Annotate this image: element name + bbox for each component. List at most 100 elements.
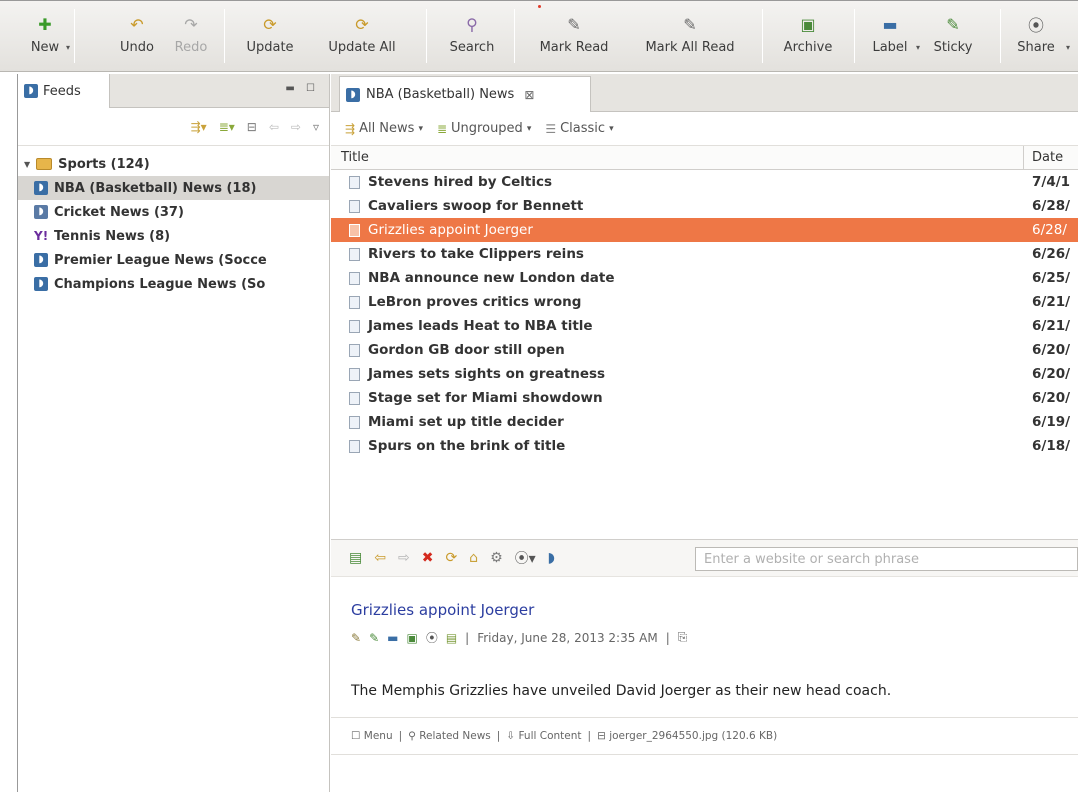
feed-icon[interactable]: ▤ bbox=[446, 631, 457, 645]
back-icon[interactable]: ⇦ bbox=[374, 550, 386, 566]
filter-dropdown[interactable]: ⇶ All News ▾ bbox=[345, 121, 423, 136]
redo-button[interactable]: ↷ Redo bbox=[168, 7, 214, 65]
collapse-icon[interactable]: ⊟ bbox=[247, 120, 257, 134]
undo-icon: ↶ bbox=[130, 14, 144, 34]
share-icon[interactable]: ⦿ bbox=[426, 629, 438, 646]
news-view-bar: ⇶ All News ▾ ≣ Ungrouped ▾ ☰ Classic ▾ bbox=[331, 112, 1078, 146]
chevron-down-icon: ▾ bbox=[526, 123, 532, 134]
main-toolbar: ✚ New ▾ ↶ Undo ↷ Redo ⟳ Update ⟳ Update … bbox=[0, 0, 1078, 72]
layout-icon: ☰ bbox=[545, 121, 557, 136]
menu-link[interactable]: ☐ Menu bbox=[351, 730, 393, 742]
tab-nba-news[interactable]: ◗ NBA (Basketball) News ⊠ bbox=[339, 76, 591, 112]
folder-icon bbox=[36, 158, 53, 170]
table-row[interactable]: Stage set for Miami showdown 6/20/ bbox=[331, 386, 1078, 410]
column-header-title[interactable]: Title bbox=[331, 146, 1024, 169]
label-icon[interactable]: ▬ bbox=[387, 631, 398, 645]
stop-icon[interactable]: ✖ bbox=[422, 550, 434, 566]
sticky-button[interactable]: ✎ Sticky bbox=[926, 7, 980, 65]
filter-icon[interactable]: ⇶▾ bbox=[191, 120, 207, 134]
document-icon bbox=[349, 343, 360, 357]
attachment-icon[interactable]: ⎘ bbox=[678, 630, 688, 645]
new-window-icon[interactable]: ▤ bbox=[349, 550, 362, 566]
toolbar-divider bbox=[762, 9, 763, 63]
chevron-down-icon[interactable]: ▾ bbox=[916, 43, 920, 52]
full-content-link[interactable]: ⇩ Full Content bbox=[506, 730, 581, 742]
column-header-date[interactable]: Date bbox=[1024, 150, 1063, 165]
filter-icon: ⇶ bbox=[345, 121, 356, 136]
mark-read-icon[interactable]: ✎ bbox=[351, 631, 361, 645]
article-date: Friday, June 28, 2013 2:35 AM bbox=[477, 630, 658, 645]
browser-settings-icon[interactable]: ⚙ bbox=[490, 550, 503, 566]
tree-item-tennis[interactable]: Y! Tennis News (8) bbox=[18, 224, 329, 248]
chevron-down-icon[interactable]: ▾ bbox=[1066, 43, 1070, 52]
table-row[interactable]: Stevens hired by Celtics 7/4/1 bbox=[331, 170, 1078, 194]
forward-icon[interactable]: ⇨ bbox=[398, 550, 410, 566]
group-icon[interactable]: ≣▾ bbox=[219, 120, 235, 134]
document-icon bbox=[349, 391, 360, 405]
table-row[interactable]: NBA announce new London date 6/25/ bbox=[331, 266, 1078, 290]
table-row[interactable]: Cavaliers swoop for Bennett 6/28/ bbox=[331, 194, 1078, 218]
rss-icon[interactable]: ◗ bbox=[548, 550, 555, 566]
table-row[interactable]: Rivers to take Clippers reins 6/26/ bbox=[331, 242, 1078, 266]
archive-button[interactable]: ▣ Archive bbox=[772, 7, 844, 65]
search-button[interactable]: ⚲ Search bbox=[436, 7, 508, 65]
back-icon[interactable]: ⇦ bbox=[269, 120, 279, 134]
archive-icon[interactable]: ▣ bbox=[406, 631, 417, 645]
table-row[interactable]: Miami set up title decider 6/19/ bbox=[331, 410, 1078, 434]
document-icon bbox=[349, 367, 360, 381]
sticky-icon: ✎ bbox=[946, 14, 960, 34]
rss-error-icon: ◗ bbox=[34, 205, 48, 219]
table-row[interactable]: Spurs on the brink of title 6/18/ bbox=[331, 434, 1078, 458]
related-news-link[interactable]: ⚲ Related News bbox=[408, 730, 491, 742]
document-icon bbox=[349, 415, 360, 429]
tree-item-premier-league[interactable]: ◗ Premier League News (Socce bbox=[18, 248, 329, 272]
home-icon[interactable]: ⌂ bbox=[469, 550, 478, 566]
close-icon[interactable]: ⊠ bbox=[524, 88, 534, 102]
expand-triangle-icon[interactable]: ▼ bbox=[24, 160, 30, 169]
share-icon[interactable]: ⦿▾ bbox=[515, 548, 536, 568]
table-row[interactable]: James sets sights on greatness 6/20/ bbox=[331, 362, 1078, 386]
feeds-tab-bar: ◗ Feeds ▬ ☐ bbox=[18, 74, 329, 108]
tree-item-cricket[interactable]: ◗ Cricket News (37) bbox=[18, 200, 329, 224]
rss-icon: ◗ bbox=[346, 87, 360, 102]
table-row[interactable]: Gordon GB door still open 6/20/ bbox=[331, 338, 1078, 362]
tree-item-champions-league[interactable]: ◗ Champions League News (So bbox=[18, 272, 329, 296]
url-search-input[interactable] bbox=[695, 547, 1078, 571]
browser-toolbar: ▤ ⇦ ⇨ ✖ ⟳ ⌂ ⚙ ⦿▾ ◗ bbox=[331, 539, 1078, 577]
tab-feeds[interactable]: ◗ Feeds bbox=[18, 74, 110, 108]
toolbar-divider bbox=[426, 9, 427, 63]
new-button[interactable]: ✚ New ▾ bbox=[22, 7, 70, 65]
article-body: The Memphis Grizzlies have unveiled Davi… bbox=[351, 683, 892, 699]
table-row[interactable]: LeBron proves critics wrong 6/21/ bbox=[331, 290, 1078, 314]
attachment-link[interactable]: ⊟ joerger_2964550.jpg (120.6 KB) bbox=[597, 730, 777, 742]
minimize-maximize-icon[interactable]: ▬ ☐ bbox=[285, 83, 319, 94]
table-row[interactable]: James leads Heat to NBA title 6/21/ bbox=[331, 314, 1078, 338]
tree-item-nba[interactable]: ◗ NBA (Basketball) News (18) bbox=[18, 176, 329, 200]
update-button[interactable]: ⟳ Update bbox=[230, 7, 310, 65]
divider bbox=[331, 717, 1078, 718]
news-table-header: Title Date bbox=[331, 146, 1078, 170]
grouping-dropdown[interactable]: ≣ Ungrouped ▾ bbox=[437, 121, 531, 136]
reload-icon[interactable]: ⟳ bbox=[445, 550, 457, 566]
undo-button[interactable]: ↶ Undo bbox=[114, 7, 160, 65]
tree-folder-sports[interactable]: ▼ Sports (124) bbox=[18, 152, 329, 176]
view-menu-icon[interactable]: ▿ bbox=[313, 120, 319, 134]
mark-all-read-button[interactable]: ✎ Mark All Read bbox=[630, 7, 750, 65]
layout-dropdown[interactable]: ☰ Classic ▾ bbox=[545, 121, 613, 136]
label-button[interactable]: ▬ Label ▾ bbox=[862, 7, 920, 65]
mark-read-button[interactable]: ✎ Mark Read bbox=[526, 7, 622, 65]
rss-icon: ◗ bbox=[34, 253, 48, 267]
editor-tab-bar: ◗ NBA (Basketball) News ⊠ bbox=[331, 74, 1078, 112]
sticky-icon[interactable]: ✎ bbox=[369, 631, 379, 645]
document-icon bbox=[349, 199, 360, 213]
table-row-selected[interactable]: Grizzlies appoint Joerger 6/28/ bbox=[331, 218, 1078, 242]
document-icon bbox=[349, 295, 360, 309]
news-panel: ◗ NBA (Basketball) News ⊠ ⇶ All News ▾ ≣… bbox=[331, 74, 1078, 792]
chevron-down-icon[interactable]: ▾ bbox=[66, 43, 70, 52]
update-all-button[interactable]: ⟳ Update All bbox=[314, 7, 410, 65]
share-icon: ⦿ bbox=[1027, 16, 1044, 35]
divider bbox=[331, 754, 1078, 755]
share-button[interactable]: ⦿ Share ▾ bbox=[1010, 7, 1070, 65]
article-title-link[interactable]: Grizzlies appoint Joerger bbox=[351, 601, 534, 619]
forward-icon[interactable]: ⇨ bbox=[291, 120, 301, 134]
